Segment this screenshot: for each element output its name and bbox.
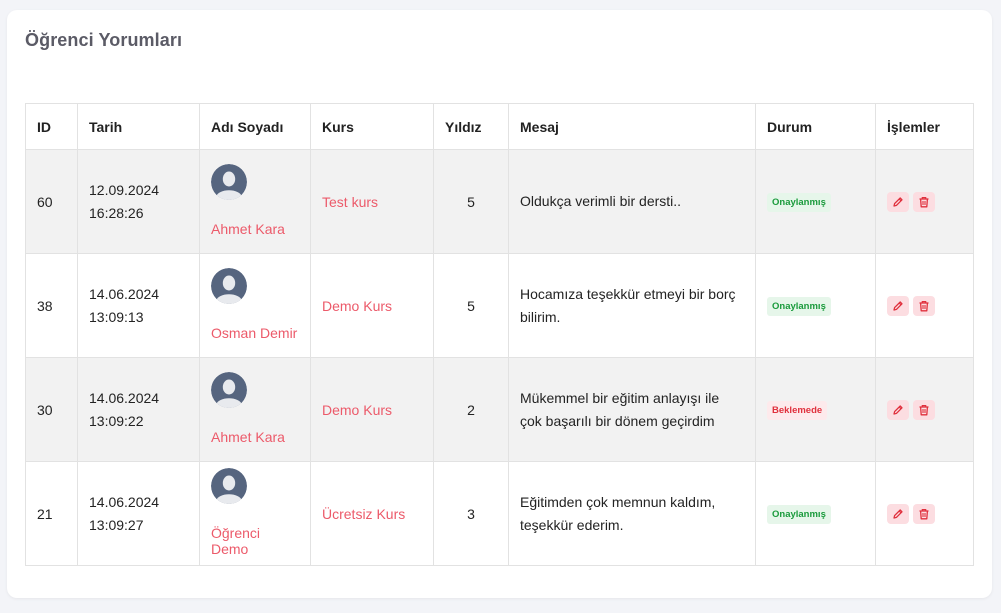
message-text: Hocamıza teşekkür etmeyi bir borç biliri…: [520, 285, 736, 325]
cell-stars: 3: [433, 461, 509, 566]
course-link[interactable]: Test kurs: [322, 194, 378, 210]
col-message: Mesaj: [508, 103, 756, 150]
status-badge: Beklemede: [767, 400, 828, 420]
status-badge: Onaylanmış: [767, 504, 831, 524]
cell-user: Öğrenci Demo: [199, 461, 311, 566]
trash-icon: [919, 404, 929, 415]
status-badge: Onaylanmış: [767, 192, 831, 212]
date-value: 14.06.2024: [89, 285, 160, 302]
cell-id: 30: [25, 357, 78, 462]
cell-status: Onaylanmış: [755, 149, 876, 254]
cell-status: Onaylanmış: [755, 461, 876, 566]
cell-course: Demo Kurs: [310, 253, 434, 358]
cell-message: Mükemmel bir eğitim anlayışı ile çok baş…: [508, 357, 756, 462]
cell-stars: 5: [433, 253, 509, 358]
pencil-icon: [893, 508, 903, 519]
table-row: 60 12.09.2024 16:28:26 Ahmet Kara Test ku…: [25, 149, 974, 254]
course-link[interactable]: Demo Kurs: [322, 298, 392, 314]
cell-actions: [875, 253, 974, 358]
cell-message: Eğitimden çok memnun kaldım, teşekkür ed…: [508, 461, 756, 566]
col-status: Durum: [755, 103, 876, 150]
user-avatar-icon: [211, 163, 247, 200]
delete-button[interactable]: [913, 295, 935, 316]
cell-message: Oldukça verimli bir dersti..: [508, 149, 756, 254]
user-name-link[interactable]: Ahmet Kara: [211, 429, 285, 445]
date-value: 14.06.2024: [89, 389, 160, 406]
edit-button[interactable]: [887, 295, 909, 316]
time-value: 13:09:27: [89, 516, 144, 533]
time-value: 13:09:22: [89, 412, 144, 429]
col-actions: İşlemler: [875, 103, 974, 150]
message-text: Mükemmel bir eğitim anlayışı ile çok baş…: [520, 389, 720, 429]
col-course: Kurs: [310, 103, 434, 150]
delete-button[interactable]: [913, 191, 935, 212]
edit-button[interactable]: [887, 191, 909, 212]
comments-card: Öğrenci Yorumları ID Tarih Adı Soyadı Ku…: [7, 10, 992, 598]
comments-table: ID Tarih Adı Soyadı Kurs Yıldız Mesaj Du…: [25, 103, 974, 566]
cell-id: 38: [25, 253, 78, 358]
delete-button[interactable]: [913, 503, 935, 524]
course-link[interactable]: Demo Kurs: [322, 402, 392, 418]
user-name-link[interactable]: Öğrenci Demo: [211, 525, 260, 557]
user-avatar-icon: [211, 467, 247, 504]
col-stars: Yıldız: [433, 103, 509, 150]
edit-button[interactable]: [887, 503, 909, 524]
course-link[interactable]: Ücretsiz Kurs: [322, 506, 405, 522]
cell-status: Onaylanmış: [755, 253, 876, 358]
status-badge: Onaylanmış: [767, 296, 831, 316]
cell-stars: 5: [433, 149, 509, 254]
cell-date: 14.06.2024 13:09:27: [77, 461, 200, 566]
user-avatar-icon: [211, 371, 247, 408]
user-avatar-icon: [211, 267, 247, 304]
cell-user: Ahmet Kara: [199, 149, 311, 254]
pencil-icon: [893, 404, 903, 415]
date-value: 14.06.2024: [89, 493, 160, 510]
cell-actions: [875, 461, 974, 566]
table-header-row: ID Tarih Adı Soyadı Kurs Yıldız Mesaj Du…: [25, 103, 974, 150]
cell-actions: [875, 149, 974, 254]
cell-status: Beklemede: [755, 357, 876, 462]
pencil-icon: [893, 196, 903, 207]
cell-id: 60: [25, 149, 78, 254]
edit-button[interactable]: [887, 399, 909, 420]
table-row: 38 14.06.2024 13:09:13 Osman Demir Demo K…: [25, 253, 974, 358]
col-name: Adı Soyadı: [199, 103, 311, 150]
trash-icon: [919, 300, 929, 311]
cell-stars: 2: [433, 357, 509, 462]
cell-user: Osman Demir: [199, 253, 311, 358]
time-value: 13:09:13: [89, 308, 144, 325]
trash-icon: [919, 508, 929, 519]
table-row: 21 14.06.2024 13:09:27 Öğrenci Demo Ücret…: [25, 461, 974, 566]
col-id: ID: [25, 103, 78, 150]
col-date: Tarih: [77, 103, 200, 150]
user-name-link[interactable]: Ahmet Kara: [211, 221, 285, 237]
cell-date: 12.09.2024 16:28:26: [77, 149, 200, 254]
page-title: Öğrenci Yorumları: [25, 30, 183, 50]
cell-id: 21: [25, 461, 78, 566]
cell-course: Demo Kurs: [310, 357, 434, 462]
trash-icon: [919, 196, 929, 207]
cell-actions: [875, 357, 974, 462]
cell-date: 14.06.2024 13:09:13: [77, 253, 200, 358]
table-row: 30 14.06.2024 13:09:22 Ahmet Kara Demo Ku…: [25, 357, 974, 462]
delete-button[interactable]: [913, 399, 935, 420]
message-text: Oldukça verimli bir dersti..: [520, 193, 682, 209]
message-text: Eğitimden çok memnun kaldım, teşekkür ed…: [520, 493, 716, 533]
time-value: 16:28:26: [89, 204, 144, 221]
user-name-link[interactable]: Osman Demir: [211, 325, 297, 341]
cell-date: 14.06.2024 13:09:22: [77, 357, 200, 462]
pencil-icon: [893, 300, 903, 311]
date-value: 12.09.2024: [89, 181, 160, 198]
cell-course: Ücretsiz Kurs: [310, 461, 434, 566]
cell-message: Hocamıza teşekkür etmeyi bir borç biliri…: [508, 253, 756, 358]
cell-course: Test kurs: [310, 149, 434, 254]
cell-user: Ahmet Kara: [199, 357, 311, 462]
